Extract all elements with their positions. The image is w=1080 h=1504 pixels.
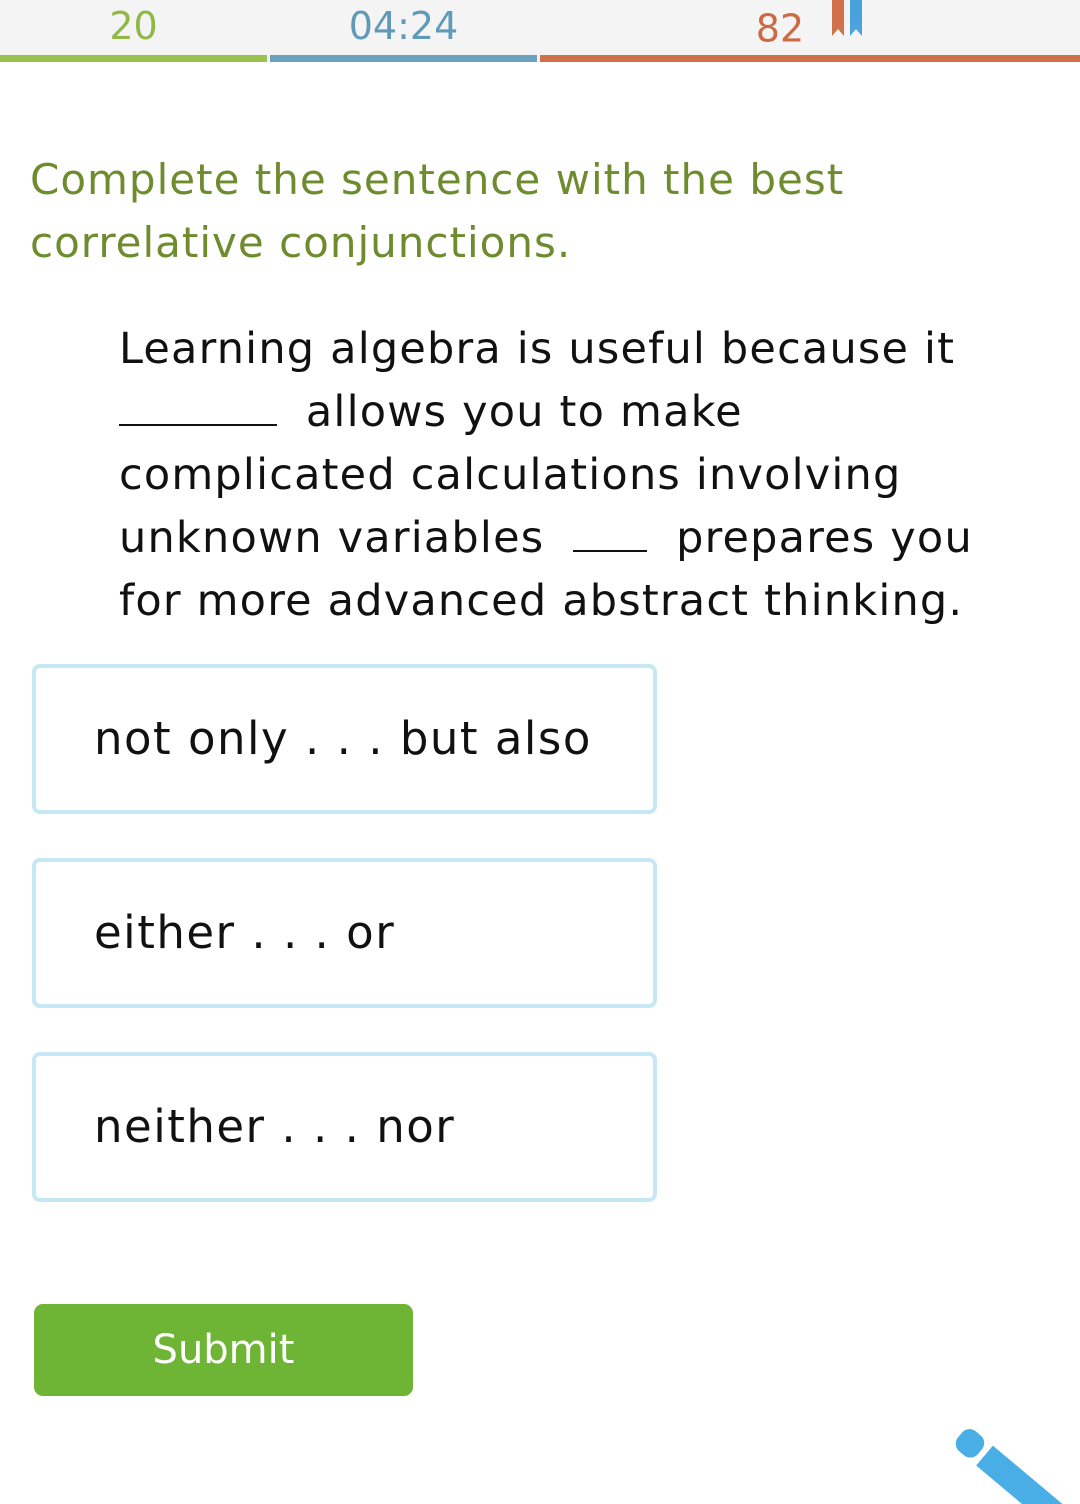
questions-answered-value: 20 xyxy=(109,4,158,48)
answer-option-label: neither . . . nor xyxy=(94,1100,456,1153)
sentence-part-1: Learning algebra is useful because it xyxy=(119,324,956,374)
bookmark-ribbon-icon xyxy=(830,0,864,51)
status-bar: 20 04:24 82 xyxy=(0,0,1080,62)
answer-option-label: not only . . . but also xyxy=(94,712,592,765)
pencil-icon[interactable] xyxy=(930,1415,1080,1504)
question-instruction: Complete the sentence with the best corr… xyxy=(30,155,845,267)
answer-option-neither-nor[interactable]: neither . . . nor xyxy=(32,1052,657,1202)
questions-answered-counter: 20 xyxy=(0,0,267,62)
smart-score-counter: 82 xyxy=(540,0,1080,62)
smart-score-value: 82 xyxy=(755,6,805,51)
answer-blank-1 xyxy=(119,384,277,426)
submit-button[interactable]: Submit xyxy=(34,1304,413,1396)
answer-blank-2 xyxy=(573,510,648,552)
answer-option-either-or[interactable]: either . . . or xyxy=(32,858,657,1008)
question-sentence: Learning algebra is useful because it al… xyxy=(119,318,999,633)
time-elapsed-counter: 04:24 xyxy=(270,0,537,62)
time-elapsed-value: 04:24 xyxy=(348,4,459,48)
answer-option-label: either . . . or xyxy=(94,906,396,959)
answer-option-not-only-but-also[interactable]: not only . . . but also xyxy=(32,664,657,814)
